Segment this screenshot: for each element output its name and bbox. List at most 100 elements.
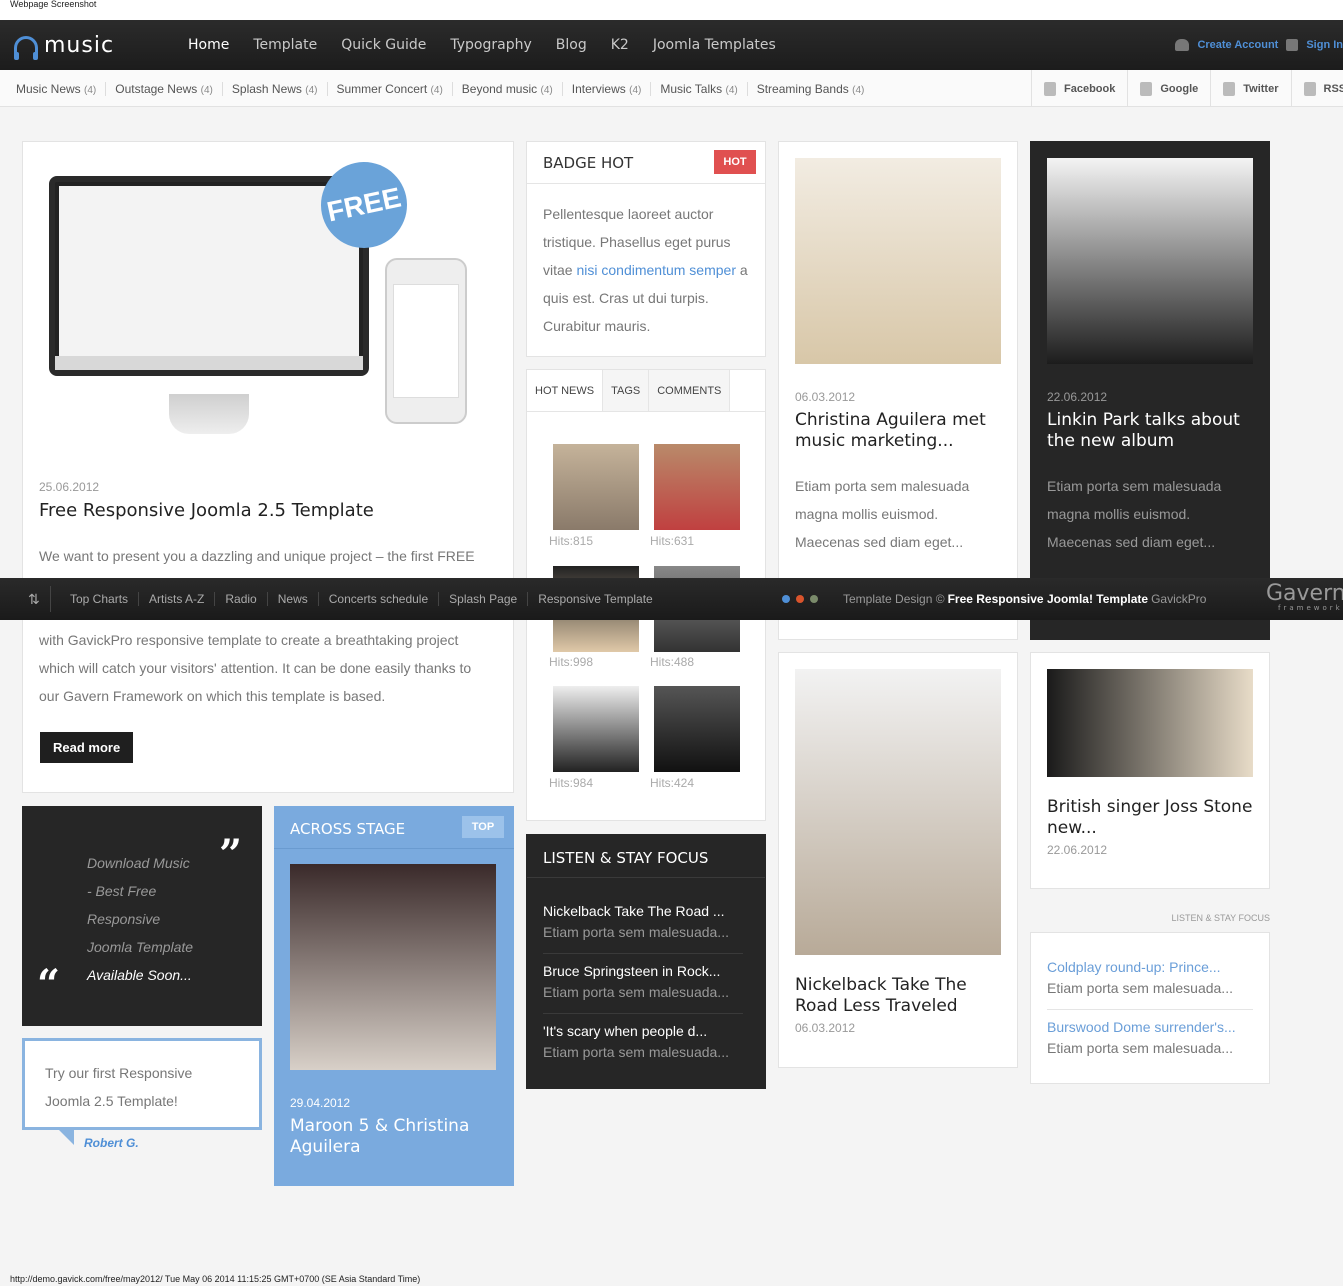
nav-quick-guide[interactable]: Quick Guide [341,37,426,53]
article-title[interactable]: Free Responsive Joomla 2.5 Template [39,500,374,521]
badge-hot-module: BADGE HOT HOT Pellentesque laoreet aucto… [526,141,766,357]
news-thumb[interactable] [654,686,740,772]
category-count: (4) [305,84,318,96]
category-item[interactable]: Splash News (4) [221,81,327,96]
listen-small-module: Coldplay round-up: Prince... Etiam porta… [1030,932,1270,1084]
twitter-link[interactable]: Twitter [1210,70,1290,107]
rss-link[interactable]: RSS [1290,70,1343,107]
news-title[interactable]: Christina Aguilera met music marketing... [795,410,986,452]
news-excerpt-2: magna mollis euismod. [1047,506,1191,522]
category-item[interactable]: Interviews (4) [561,81,651,96]
article-image[interactable]: FREE [39,153,497,458]
rss-label: RSS [1323,82,1343,95]
category-count: (4) [84,84,97,96]
divider [1047,1009,1253,1010]
news-title[interactable]: British singer Joss Stone new... [1047,797,1252,839]
tab-label: COMMENTS [657,384,722,397]
facebook-link[interactable]: Facebook [1031,70,1127,107]
listen-item[interactable]: Bruce Springsteen in Rock... Etiam porta… [543,963,743,1000]
category-item[interactable]: Streaming Bands (4) [746,81,874,96]
listen-item-title: Burswood Dome surrender's... [1047,1019,1236,1035]
category-item[interactable]: Beyond music (4) [451,81,562,96]
divider [274,848,514,849]
listen-item-title: 'It's scary when people d... [543,1023,708,1039]
news-title[interactable]: Linkin Park talks about the new album [1047,410,1240,452]
category-item[interactable]: Outstage News (4) [105,81,222,96]
footer-link[interactable]: Radio [214,592,266,606]
listen-item-desc: Etiam porta sem malesuada... [1047,980,1233,996]
hits-count: Hits:984 [549,776,594,790]
article-text-3: which will catch your visitors' attentio… [39,660,472,676]
module-heading: LISTEN & STAY FOCUS [1171,913,1270,923]
google-icon [1140,81,1153,96]
listen-item-title: Nickelback Take The Road ... [543,903,725,919]
footer-link[interactable]: Top Charts [60,592,138,606]
nav-template[interactable]: Template [253,37,317,53]
category-item[interactable]: Music News (4) [16,82,105,96]
testimonial-bubble: Try our first Responsive Joomla 2.5 Temp… [22,1038,262,1130]
news-thumb[interactable] [553,444,639,530]
news-image[interactable] [795,158,1001,364]
style-dot-blue[interactable] [782,595,790,603]
style-dot-red[interactable] [796,595,804,603]
quote-line: Download Music [87,855,190,871]
tab-bar: HOT NEWS TAGS COMMENTS [527,370,765,412]
nav-typography[interactable]: Typography [450,37,531,53]
category-label: Music News [16,81,81,96]
category-item[interactable]: Music Talks (4) [650,81,746,96]
quote-line: - Best Free [87,883,157,899]
nav-k2[interactable]: K2 [611,37,629,53]
news-image[interactable] [1047,158,1253,364]
footer-link[interactable]: Concerts schedule [317,592,438,606]
category-label: Splash News [231,81,302,96]
news-date: 22.06.2012 [1047,843,1108,857]
facebook-label: Facebook [1064,82,1116,95]
footer-link[interactable]: Splash Page [438,592,527,606]
footer-link[interactable]: Responsive Template [527,592,663,606]
news-image[interactable] [795,669,1001,955]
footer-link[interactable]: News [266,592,318,606]
create-account-link[interactable]: Create Account [1197,39,1278,51]
site-logo[interactable]: music [14,32,114,60]
news-title[interactable]: Nickelback Take The Road Less Traveled [795,975,967,1017]
news-thumb[interactable] [553,686,639,772]
tab-comments[interactable]: COMMENTS [649,370,731,411]
category-item[interactable]: Summer Concert (4) [326,81,452,96]
news-title-line: Maroon 5 & Christina [290,1116,470,1136]
news-thumb[interactable] [654,444,740,530]
style-dot-green[interactable] [810,595,818,603]
gavern-logo[interactable]: Gavern framework [1266,583,1343,613]
tab-tags[interactable]: TAGS [603,370,650,411]
copyright-link[interactable]: Free Responsive Joomla! Template [948,592,1149,606]
news-image[interactable] [1047,669,1253,777]
nav-joomla-templates[interactable]: Joomla Templates [653,37,776,53]
quote-line: Joomla Template [87,939,194,955]
footer-link[interactable]: Artists A-Z [138,592,214,606]
sign-in-link[interactable]: Sign In [1306,39,1343,51]
testimonial-author: Robert G. [84,1136,139,1150]
category-list: Music News (4) Outstage News (4) Splash … [16,70,873,107]
google-link[interactable]: Google [1127,70,1210,107]
listen-item-title: Bruce Springsteen in Rock... [543,963,721,979]
bubble-tail [56,1127,74,1145]
listen-item-desc: Etiam porta sem malesuada... [543,1044,729,1060]
news-title[interactable]: Maroon 5 & Christina Aguilera [290,1116,469,1158]
badge-text-5: Curabitur mauris. [543,318,651,334]
listen-item[interactable]: Coldplay round-up: Prince... Etiam porta… [1047,959,1253,996]
main-navbar: music Home Template Quick Guide Typograp… [0,20,1343,70]
badge-inline-link[interactable]: nisi condimentum semper [576,262,736,278]
news-image[interactable] [290,864,496,1070]
news-title-line: new... [1047,818,1097,838]
module-title: BADGE HOT [543,153,634,172]
tab-hot-news[interactable]: HOT NEWS [527,370,604,411]
listen-item[interactable]: Nickelback Take The Road ... Etiam porta… [543,903,743,940]
listen-item[interactable]: Burswood Dome surrender's... Etiam porta… [1047,1019,1253,1056]
read-more-button[interactable]: Read more [40,732,134,763]
listen-item[interactable]: 'It's scary when people d... Etiam porta… [543,1023,743,1060]
quote-text: Download Music - Best Free Responsive Jo… [87,849,193,989]
top-badge: TOP [462,816,504,838]
nav-home[interactable]: Home [188,37,229,53]
nav-blog[interactable]: Blog [556,37,587,53]
google-label: Google [1160,82,1199,95]
sort-icon[interactable]: ⇅ [28,590,42,608]
